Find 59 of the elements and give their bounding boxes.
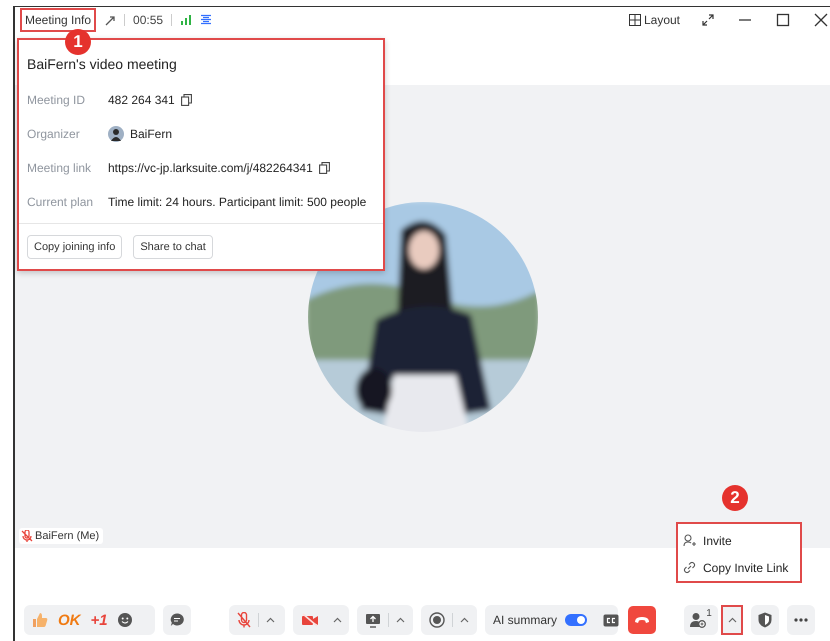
field-value: https://vc-jp.larksuite.com/j/482264341 bbox=[108, 161, 313, 175]
participants-button[interactable]: 1 bbox=[684, 605, 718, 635]
meeting-info-button[interactable]: Meeting Info bbox=[20, 8, 96, 32]
thumbs-up-icon[interactable] bbox=[32, 612, 48, 628]
invite-menu-button[interactable] bbox=[721, 605, 743, 635]
field-label: Meeting ID bbox=[27, 93, 86, 107]
more-icon bbox=[794, 618, 808, 622]
microphone-control[interactable] bbox=[229, 605, 285, 635]
participant-name: BaiFern (Me) bbox=[35, 530, 100, 542]
captions-icon[interactable] bbox=[603, 614, 620, 626]
field-label: Current plan bbox=[27, 195, 94, 209]
layout-button[interactable]: Layout bbox=[628, 12, 680, 26]
chat-icon bbox=[170, 613, 184, 627]
shield-icon bbox=[758, 612, 772, 628]
add-person-icon bbox=[683, 534, 696, 547]
menu-item[interactable]: Invite bbox=[678, 527, 800, 554]
hang-up-icon bbox=[634, 616, 650, 624]
popup-button[interactable]: Copy joining info bbox=[27, 235, 122, 259]
field-label: Meeting link bbox=[27, 161, 92, 175]
signal-icon bbox=[180, 14, 192, 24]
record-control[interactable] bbox=[421, 605, 477, 635]
security-button[interactable] bbox=[751, 605, 779, 635]
participants-icon bbox=[690, 612, 706, 628]
field-value: BaiFern bbox=[130, 127, 172, 141]
caret-up-icon[interactable] bbox=[396, 617, 405, 623]
field-label: Organizer bbox=[27, 127, 81, 141]
maximize-icon[interactable] bbox=[776, 12, 790, 26]
caret-up-icon[interactable] bbox=[266, 617, 275, 623]
link-icon bbox=[683, 561, 696, 574]
chat-button[interactable] bbox=[163, 605, 191, 635]
list-icon[interactable] bbox=[200, 14, 212, 25]
meeting-timer: 00:55 bbox=[133, 12, 164, 26]
screen-share-control[interactable] bbox=[357, 605, 413, 635]
camera-off-icon[interactable] bbox=[301, 613, 319, 627]
end-call-button[interactable] bbox=[628, 606, 656, 634]
field-value: 482 264 341 bbox=[108, 93, 175, 107]
field-value: Time limit: 24 hours. Participant limit: 500 people bbox=[108, 195, 366, 209]
smiley-icon[interactable] bbox=[118, 613, 132, 627]
fullscreen-icon[interactable] bbox=[702, 14, 714, 26]
ai-summary-label: AI summary bbox=[493, 613, 558, 627]
caret-up-icon[interactable] bbox=[460, 617, 469, 623]
caret-up-icon[interactable] bbox=[333, 617, 342, 623]
more-button[interactable] bbox=[787, 605, 815, 635]
share-icon[interactable] bbox=[104, 14, 116, 26]
record-icon[interactable] bbox=[429, 612, 445, 628]
menu-item[interactable]: Copy Invite Link bbox=[678, 554, 800, 581]
participant-count: 1 bbox=[706, 608, 712, 619]
camera-control[interactable] bbox=[293, 605, 349, 635]
close-icon[interactable] bbox=[814, 12, 828, 26]
avatar-icon bbox=[108, 126, 124, 142]
ai-summary-toggle[interactable] bbox=[565, 614, 588, 626]
copy-icon[interactable] bbox=[318, 162, 330, 174]
copy-icon[interactable] bbox=[180, 94, 192, 106]
popup-title: BaiFern's video meeting bbox=[27, 56, 178, 72]
muted-mic-icon[interactable] bbox=[237, 612, 251, 628]
grid-icon bbox=[628, 14, 641, 26]
caret-up-icon bbox=[728, 617, 736, 623]
popup-button[interactable]: Share to chat bbox=[133, 235, 213, 259]
screen-share-icon[interactable] bbox=[365, 612, 381, 628]
